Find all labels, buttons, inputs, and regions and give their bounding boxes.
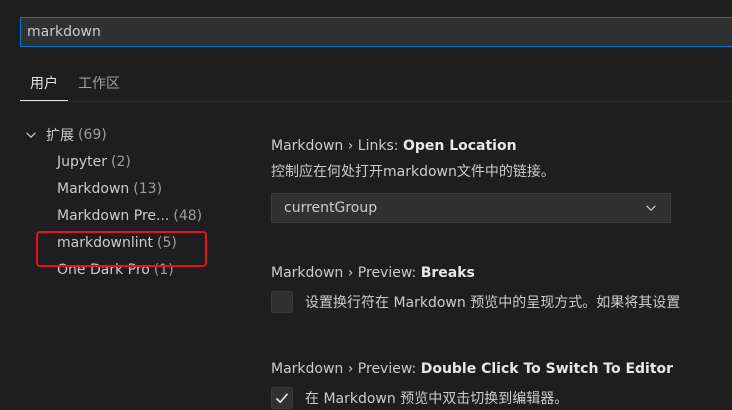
setting-category: Markdown › Preview: — [271, 361, 421, 377]
setting-name: Open Location — [402, 138, 517, 154]
setting-description: 设置换行符在 Markdown 预览中的呈现方式。如果将其设置 — [305, 295, 681, 311]
settings-editor: 用户 工作区 扩展 (69) Jupyter (2) Markdown (13)… — [0, 0, 732, 410]
tree-item-count: (13) — [133, 180, 163, 197]
annotation-highlight-box — [36, 231, 207, 267]
settings-toc-tree: 扩展 (69) Jupyter (2) Markdown (13) Markdo… — [24, 122, 214, 283]
setting-title: Markdown › Preview: Double Click To Swit… — [271, 361, 732, 381]
tree-group-extensions[interactable]: 扩展 (69) — [24, 122, 214, 148]
setting-title: Markdown › Preview: Breaks — [271, 265, 732, 285]
setting-preview-double-click: Markdown › Preview: Double Click To Swit… — [271, 361, 732, 409]
double-click-checkbox[interactable] — [271, 387, 293, 409]
setting-title: Markdown › Links: Open Location — [271, 138, 732, 158]
chevron-down-icon — [646, 205, 656, 212]
scope-tabs: 用户 工作区 — [20, 70, 130, 101]
tree-group-count: (69) — [78, 127, 107, 143]
settings-search-box[interactable] — [20, 17, 732, 47]
checkmark-icon — [275, 393, 289, 404]
open-location-dropdown[interactable]: currentGroup — [271, 193, 671, 223]
setting-name: Breaks — [420, 265, 475, 281]
tree-item-markdown[interactable]: Markdown (13) — [24, 175, 214, 202]
tree-item-label: Markdown Pre... — [57, 207, 170, 224]
breaks-checkbox[interactable] — [271, 291, 293, 313]
search-input[interactable] — [27, 24, 732, 40]
setting-checkbox-row: 设置换行符在 Markdown 预览中的呈现方式。如果将其设置 — [271, 291, 732, 313]
chevron-down-icon — [26, 132, 36, 139]
setting-category: Markdown › Links: — [271, 138, 403, 154]
tree-item-jupyter[interactable]: Jupyter (2) — [24, 148, 214, 175]
tree-item-count: (48) — [173, 207, 203, 224]
tab-workspace[interactable]: 工作区 — [68, 70, 130, 101]
setting-category: Markdown › Preview: — [271, 265, 421, 281]
tree-item-count: (2) — [111, 153, 131, 170]
dropdown-value: currentGroup — [284, 200, 378, 216]
setting-preview-breaks: Markdown › Preview: Breaks 设置换行符在 Markdo… — [271, 265, 732, 313]
tree-item-markdown-preview[interactable]: Markdown Pre... (48) — [24, 202, 214, 229]
tab-user[interactable]: 用户 — [20, 70, 68, 101]
setting-description: 控制应在何处打开markdown文件中的链接。 — [271, 164, 555, 180]
tree-item-label: Markdown — [57, 180, 130, 197]
tree-item-label: Jupyter — [57, 153, 108, 170]
setting-name: Double Click To Switch To Editor — [420, 361, 674, 377]
setting-links-open-location: Markdown › Links: Open Location 控制应在何处打开… — [271, 138, 732, 223]
setting-description: 在 Markdown 预览中双击切换到编辑器。 — [305, 391, 569, 407]
setting-checkbox-row: 在 Markdown 预览中双击切换到编辑器。 — [271, 387, 732, 409]
tree-group-label: 扩展 — [46, 128, 74, 144]
tabs-divider — [20, 101, 732, 102]
